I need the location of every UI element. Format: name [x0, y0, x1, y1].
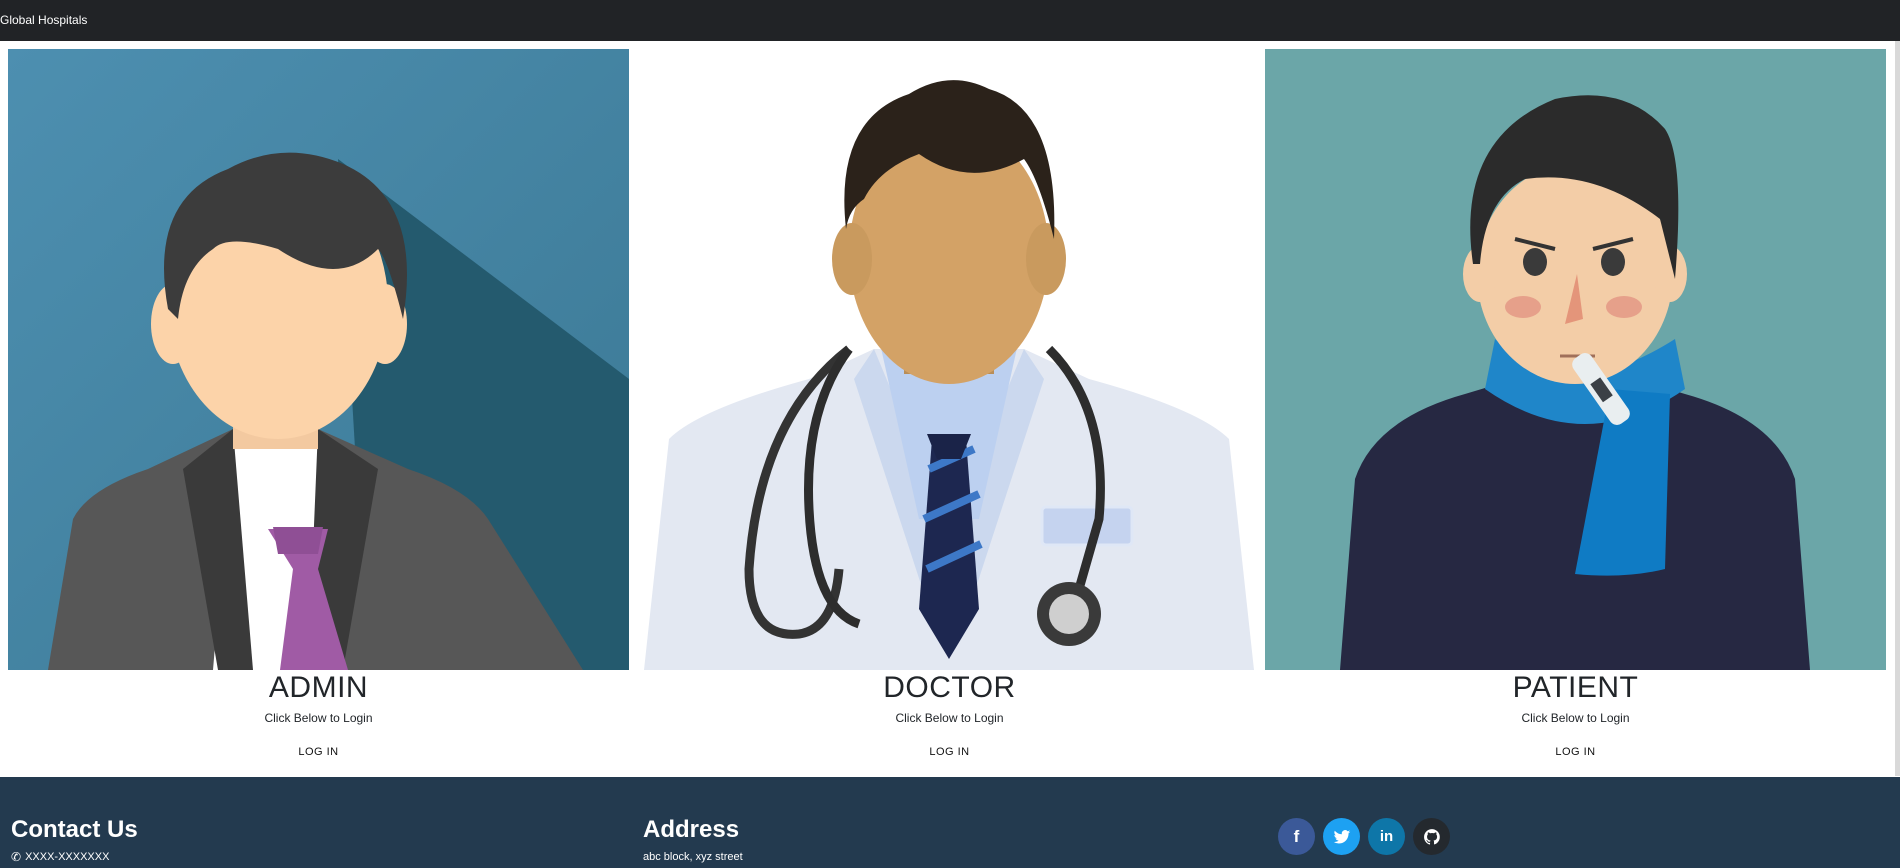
role-cards: ADMIN Click Below to Login LOG IN DOCTOR…: [0, 41, 1900, 777]
twitter-icon: [1333, 829, 1350, 843]
doctor-avatar-image: [639, 49, 1260, 670]
navbar: Global Hospitals: [0, 0, 1900, 41]
patient-subtitle: Click Below to Login: [1521, 711, 1630, 725]
patient-illustration: [1265, 49, 1886, 670]
social-links: f in: [1278, 818, 1450, 855]
github-button[interactable]: [1413, 818, 1450, 855]
contact-heading: Contact Us: [11, 816, 138, 843]
facebook-icon: f: [1293, 826, 1300, 846]
patient-title: PATIENT: [1512, 671, 1639, 704]
doctor-title: DOCTOR: [883, 671, 1016, 704]
doctor-card: DOCTOR Click Below to Login LOG IN: [639, 49, 1260, 760]
doctor-login-button[interactable]: LOG IN: [923, 744, 975, 760]
twitter-button[interactable]: [1323, 818, 1360, 855]
github-icon: [1423, 828, 1440, 845]
admin-subtitle: Click Below to Login: [264, 711, 373, 725]
admin-card: ADMIN Click Below to Login LOG IN: [8, 49, 629, 760]
admin-title: ADMIN: [268, 671, 369, 704]
doctor-subtitle: Click Below to Login: [895, 711, 1004, 725]
admin-illustration: [8, 49, 629, 670]
phone-icon: ✆: [11, 850, 22, 864]
patient-avatar-image: [1265, 49, 1886, 670]
linkedin-icon: in: [1379, 828, 1394, 845]
doctor-illustration: [639, 49, 1260, 670]
admin-login-button[interactable]: LOG IN: [292, 744, 344, 760]
facebook-button[interactable]: f: [1278, 818, 1315, 855]
address-heading: Address: [643, 816, 740, 843]
address-line: abc block, xyz street: [643, 851, 743, 863]
contact-phone: ✆ XXXX-XXXXXXX: [11, 850, 109, 864]
patient-card: PATIENT Click Below to Login LOG IN: [1265, 49, 1886, 760]
phone-number: XXXX-XXXXXXX: [25, 851, 110, 863]
patient-login-button[interactable]: LOG IN: [1549, 744, 1601, 760]
admin-avatar-image: [8, 49, 629, 670]
navbar-brand[interactable]: Global Hospitals: [0, 12, 87, 28]
footer: Contact Us ✆ XXXX-XXXXXXX Address abc bl…: [0, 777, 1900, 868]
page-scrollbar[interactable]: [1895, 41, 1900, 776]
linkedin-button[interactable]: in: [1368, 818, 1405, 855]
